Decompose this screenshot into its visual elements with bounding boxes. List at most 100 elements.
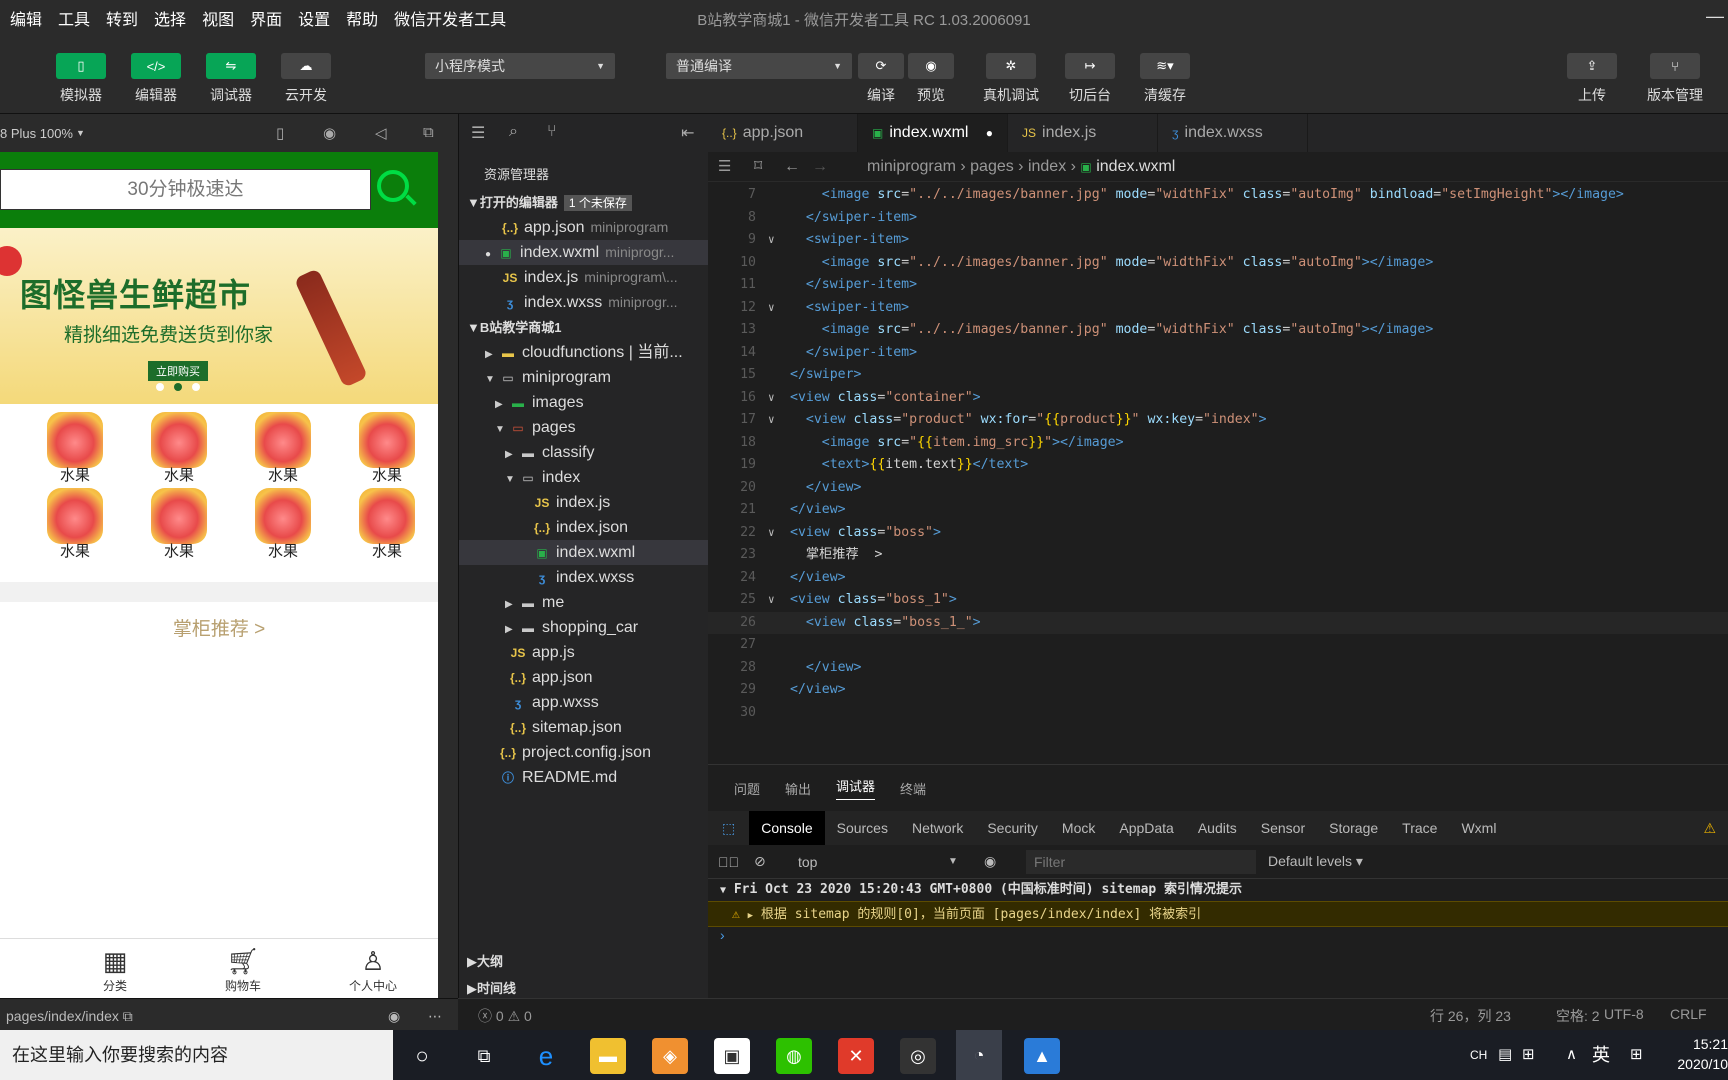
compile-mode-select[interactable]: 普通编译 ▼ — [666, 53, 852, 79]
cloud-button[interactable]: ☁ 云开发 — [276, 53, 336, 105]
crumb[interactable]: miniprogram — [867, 158, 956, 175]
tree-images[interactable]: ▶ ▬ images — [459, 390, 708, 415]
tray-ime-icon[interactable]: ⊞ — [1522, 1030, 1535, 1080]
cursor-position[interactable]: 行 26，列 23 — [1430, 1006, 1511, 1026]
minimize-icon[interactable]: — — [1706, 6, 1724, 27]
eye-icon[interactable]: ◉ — [984, 853, 996, 870]
devtab-sources[interactable]: Sources — [825, 811, 900, 845]
tree-index-wxml[interactable]: ▣ index.wxml — [459, 540, 708, 565]
tab-problems[interactable]: 问题 — [734, 779, 760, 798]
indentation[interactable]: 空格: 2 — [1556, 1006, 1600, 1026]
collapse-icon[interactable]: ⇤ — [681, 123, 694, 143]
code-lines[interactable]: 7 <image src="../../images/banner.jpg" m… — [708, 184, 1728, 724]
tray-ch[interactable]: CH — [1470, 1030, 1487, 1080]
editor-button[interactable]: </> 编辑器 — [126, 53, 186, 105]
menu-tools[interactable]: 工具 — [58, 6, 90, 30]
banner-button[interactable]: 立即购买 — [148, 361, 208, 381]
copy-icon[interactable]: ⧉ — [123, 1008, 133, 1024]
devtab-wxml[interactable]: Wxml — [1449, 811, 1508, 845]
wechat-devtools-icon[interactable]: ◔ — [956, 1030, 1002, 1080]
encoding[interactable]: UTF-8 — [1604, 1006, 1644, 1022]
tab-index-wxss[interactable]: ʒ index.wxss — [1158, 114, 1308, 152]
simulator-button[interactable]: ▯ 模拟器 — [51, 53, 111, 105]
tab-terminal[interactable]: 终端 — [900, 779, 926, 798]
crumb[interactable]: index — [1028, 158, 1066, 175]
ime-mode[interactable]: 英 — [1592, 1030, 1610, 1080]
clear-cache-button[interactable]: ≋▾ 清缓存 — [1135, 53, 1195, 105]
version-button[interactable]: ⑂ 版本管理 — [1640, 53, 1710, 105]
obs-icon[interactable]: ◎ — [900, 1038, 936, 1074]
crumb[interactable]: index.wxml — [1096, 158, 1175, 175]
open-file-index-wxml[interactable]: ● ▣ index.wxml miniprogr... — [459, 240, 708, 265]
errors-indicator[interactable]: ⓧ 0 ⚠ 0 — [478, 1006, 532, 1026]
tree-pages[interactable]: ▼ ▭ pages — [459, 415, 708, 440]
menu-interface[interactable]: 界面 — [250, 6, 282, 30]
warning-icon[interactable]: ⚠ — [1691, 811, 1728, 845]
product-item[interactable]: 水果 — [45, 488, 105, 561]
phone-icon[interactable]: ▯ — [276, 124, 284, 142]
open-file-index-js[interactable]: JS index.js miniprogram\... — [459, 265, 708, 290]
tree-readme[interactable]: ⓘ README.md — [459, 765, 708, 790]
background-button[interactable]: ↦ 切后台 — [1060, 53, 1120, 105]
git-icon[interactable]: ⑂ — [547, 123, 557, 141]
menu-edit[interactable]: 编辑 — [10, 6, 42, 30]
menu-goto[interactable]: 转到 — [106, 6, 138, 30]
context-select[interactable]: top — [798, 854, 817, 870]
tab-classify[interactable]: ▦ 分类 — [80, 945, 150, 994]
edge-icon[interactable]: e — [528, 1038, 564, 1074]
tray-app-icon[interactable]: ▤ — [1498, 1030, 1512, 1080]
fold-chevron-icon[interactable]: ∨ — [768, 409, 775, 432]
line-ending[interactable]: CRLF — [1670, 1006, 1707, 1022]
tab-debugger[interactable]: 调试器 — [836, 776, 876, 800]
log-group-header[interactable]: ▼ Fri Oct 23 2020 15:20:43 GMT+0800 (中国标… — [708, 879, 1728, 901]
tray-ime-icon[interactable]: ⊞ — [1630, 1030, 1643, 1080]
menu-view[interactable]: 视图 — [202, 6, 234, 30]
eye-icon[interactable]: ◉ — [388, 1008, 400, 1025]
tree-me[interactable]: ▶ ▬ me — [459, 590, 708, 615]
tab-app-json[interactable]: {..} app.json — [708, 114, 858, 152]
product-item[interactable]: 水果 — [357, 488, 417, 561]
tree-cloudfunctions[interactable]: ▶ ▬ cloudfunctions | 当前... — [459, 340, 708, 365]
devtab-audits[interactable]: Audits — [1186, 811, 1249, 845]
boss-recommend[interactable]: 掌柜推荐 > — [0, 602, 438, 658]
open-editors-header[interactable]: ▼打开的编辑器 1 个未保存 — [459, 190, 708, 215]
task-view-icon[interactable]: ⧉ — [466, 1038, 502, 1074]
list-icon[interactable]: ☰ — [471, 123, 485, 143]
store-icon[interactable]: ▣ — [714, 1038, 750, 1074]
menu-select[interactable]: 选择 — [154, 6, 186, 30]
product-item[interactable]: 水果 — [149, 412, 209, 485]
tab-cart[interactable]: 🛒︎ 购物车 — [208, 945, 278, 994]
product-item[interactable]: 水果 — [253, 412, 313, 485]
tab-output[interactable]: 输出 — [785, 779, 811, 798]
search-icon[interactable]: ⌕ — [509, 123, 518, 141]
cortana-icon[interactable]: ○ — [404, 1038, 440, 1074]
devtab-console[interactable]: Console — [749, 811, 825, 845]
file-explorer-icon[interactable]: ▬ — [590, 1038, 626, 1074]
debugger-button[interactable]: ⇋ 调试器 — [201, 53, 261, 105]
photos-icon[interactable]: ▲ — [1024, 1038, 1060, 1074]
tab-index-js[interactable]: JS index.js — [1008, 114, 1158, 152]
fold-chevron-icon[interactable]: ∨ — [768, 589, 775, 612]
menu-settings[interactable]: 设置 — [298, 6, 330, 30]
tree-sitemap-json[interactable]: {..} sitemap.json — [459, 715, 708, 740]
volume-icon[interactable]: ◁ — [375, 124, 387, 142]
clear-console-icon[interactable]: ⊘ — [754, 853, 766, 870]
tree-app-json[interactable]: {..} app.json — [459, 665, 708, 690]
taskbar-search[interactable]: 在这里输入你要搜索的内容 — [0, 1030, 393, 1080]
menu-wechat-devtools[interactable]: 微信开发者工具 — [394, 6, 506, 30]
tree-shopping-car[interactable]: ▶ ▬ shopping_car — [459, 615, 708, 640]
app-icon-red[interactable]: ✕ — [838, 1038, 874, 1074]
filter-input[interactable]: Filter — [1026, 850, 1256, 874]
forward-arrow-icon[interactable]: → — [812, 152, 828, 182]
tree-index-js[interactable]: JS index.js — [459, 490, 708, 515]
list-icon[interactable]: ☰ — [718, 152, 731, 182]
sidebar-toggle-icon[interactable]: ▶⃞ — [718, 854, 739, 870]
tree-app-js[interactable]: JS app.js — [459, 640, 708, 665]
tree-miniprogram[interactable]: ▼ ▭ miniprogram — [459, 365, 708, 390]
search-input[interactable]: 30分钟极速达 — [0, 169, 371, 210]
devtab-security[interactable]: Security — [975, 811, 1050, 845]
product-item[interactable]: 水果 — [357, 412, 417, 485]
wechat-icon[interactable]: ◍ — [776, 1038, 812, 1074]
back-arrow-icon[interactable]: ← — [784, 152, 800, 182]
devtab-mock[interactable]: Mock — [1050, 811, 1107, 845]
